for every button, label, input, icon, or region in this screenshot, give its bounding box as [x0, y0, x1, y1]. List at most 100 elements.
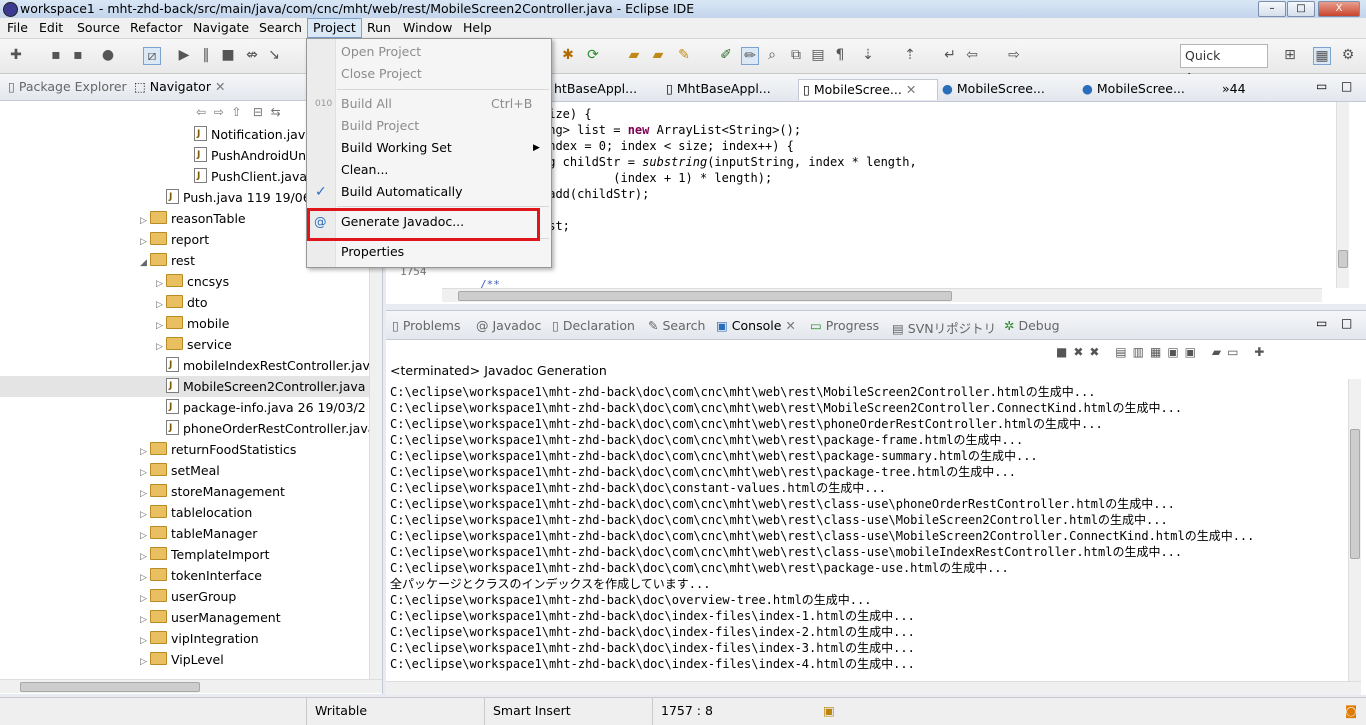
- rss-icon[interactable]: ◙: [1345, 702, 1357, 720]
- tree-item[interactable]: ▷ mobile: [0, 313, 370, 334]
- word-wrap-icon[interactable]: ▦: [1150, 345, 1167, 359]
- tree-item[interactable]: ▷ vipIntegration: [0, 628, 370, 649]
- prev-annotation-icon[interactable]: ⇡: [902, 47, 918, 63]
- link-editor-icon[interactable]: ⇆: [271, 105, 281, 119]
- tree-item[interactable]: ▷ dto: [0, 292, 370, 313]
- open-folder-icon[interactable]: ▰: [650, 47, 666, 63]
- pilcrow-icon[interactable]: ¶: [832, 47, 848, 63]
- open-type-icon[interactable]: ▰: [626, 47, 642, 63]
- code-text[interactable]: size) { ing> list = new ArrayList<String…: [541, 106, 917, 234]
- suspend-icon[interactable]: ‖: [198, 47, 214, 63]
- tree-item[interactable]: ▷ setMeal: [0, 460, 370, 481]
- tab-problems[interactable]: ▯ Problems: [392, 318, 460, 336]
- disconnect-icon[interactable]: ⇎: [244, 47, 260, 63]
- block-select-icon[interactable]: ⌕: [764, 47, 780, 63]
- scroll-thumb[interactable]: [1338, 250, 1348, 268]
- menu-item-build-project[interactable]: Build Project: [307, 115, 551, 137]
- menu-refactor[interactable]: Refactor: [125, 18, 187, 38]
- menu-window[interactable]: Window: [398, 18, 457, 38]
- tab-overflow[interactable]: »44: [1218, 79, 1246, 99]
- show-on-output-icon[interactable]: ▣: [1167, 345, 1184, 359]
- menu-item-open-project[interactable]: Open Project: [307, 41, 551, 63]
- menu-navigate[interactable]: Navigate: [188, 18, 254, 38]
- console-horizontal-scrollbar[interactable]: [386, 681, 1361, 695]
- tree-item[interactable]: ▷ tableManager: [0, 523, 370, 544]
- tree-item[interactable]: phoneOrderRestController.java: [0, 418, 370, 439]
- new-icon[interactable]: ✚: [8, 47, 24, 63]
- last-edit-icon[interactable]: ↵: [942, 47, 958, 63]
- expanded-arrow-icon[interactable]: ◢: [140, 253, 150, 274]
- back-icon[interactable]: ⇦: [196, 105, 206, 119]
- debug-perspective-icon[interactable]: ⚙: [1340, 47, 1356, 63]
- save-all-icon[interactable]: ▪: [70, 47, 86, 63]
- editor-tab[interactable]: ● MobileScree...: [1078, 79, 1185, 99]
- tab-console[interactable]: ▣ Console ✕: [716, 318, 796, 336]
- tree-item[interactable]: package-info.java 26 19/03/2: [0, 397, 370, 418]
- tree-item[interactable]: ▷ VipLevel: [0, 649, 370, 670]
- menu-item-close-project[interactable]: Close Project: [307, 63, 551, 85]
- menu-project[interactable]: Project: [307, 18, 362, 38]
- editor-tab[interactable]: ▯ MhtBaseAppl...: [662, 79, 771, 99]
- scroll-thumb[interactable]: [20, 682, 200, 692]
- tree-item[interactable]: ▷ service: [0, 334, 370, 355]
- forward-icon[interactable]: ⇨: [214, 105, 224, 119]
- save-icon[interactable]: ▪: [48, 47, 64, 63]
- pin-console-icon[interactable]: ▰: [1212, 345, 1227, 359]
- quick-access-input[interactable]: Quick Access: [1180, 44, 1268, 85]
- collapse-all-icon[interactable]: ⊟: [253, 105, 263, 119]
- tree-item[interactable]: ▷ userGroup: [0, 586, 370, 607]
- tree-item[interactable]: ▷ tablelocation: [0, 502, 370, 523]
- menu-search[interactable]: Search: [254, 18, 307, 38]
- tab-navigator[interactable]: ⬚ Navigator ✕: [134, 79, 225, 97]
- java-perspective-icon[interactable]: ▦: [1313, 47, 1331, 65]
- run-icon[interactable]: ⟳: [585, 47, 601, 63]
- display-console-icon[interactable]: ▭: [1227, 345, 1244, 359]
- maximize-button[interactable]: □: [1287, 1, 1315, 17]
- minimize-view-icon[interactable]: ▭: [1316, 316, 1327, 330]
- show-whitespace-icon[interactable]: ⧉: [788, 47, 804, 63]
- menu-source[interactable]: Source: [72, 18, 125, 38]
- wand-icon[interactable]: ✎: [676, 47, 692, 63]
- step-into-icon[interactable]: ↘: [266, 47, 282, 63]
- scroll-thumb[interactable]: [458, 291, 952, 301]
- tree-item[interactable]: MobileScreen2Controller.java 2: [0, 376, 370, 397]
- minimize-button[interactable]: –: [1258, 1, 1286, 17]
- console-vertical-scrollbar[interactable]: [1348, 379, 1361, 681]
- minimize-view-icon[interactable]: ▭: [1316, 79, 1327, 93]
- menu-item-build-working-set[interactable]: Build Working Set ▶: [307, 137, 551, 159]
- collapsed-arrow-icon[interactable]: ▷: [140, 652, 150, 673]
- toggle-highlight-icon[interactable]: ✏: [741, 47, 759, 65]
- scroll-thumb[interactable]: [1350, 429, 1360, 559]
- up-icon[interactable]: ⇧: [231, 105, 241, 119]
- tab-svn[interactable]: ▤ SVNリポジトリ: [892, 318, 996, 336]
- tree-item[interactable]: ▷ storeManagement: [0, 481, 370, 502]
- console-output[interactable]: C:\eclipse\workspace1\mht-zhd-back\doc\c…: [390, 384, 1345, 682]
- terminate-icon[interactable]: ■: [1056, 345, 1073, 359]
- editor-tab[interactable]: htBaseAppl...: [550, 79, 637, 99]
- forward-icon[interactable]: ⇨: [1006, 47, 1022, 63]
- tree-item[interactable]: mobileIndexRestController.jav: [0, 355, 370, 376]
- tree-item[interactable]: ▷ returnFoodStatistics: [0, 439, 370, 460]
- open-console-icon[interactable]: ✚: [1254, 345, 1270, 359]
- close-icon[interactable]: ✕: [785, 318, 795, 333]
- word-wrap-icon[interactable]: ▤: [810, 47, 826, 63]
- tree-item[interactable]: ▷ TemplateImport: [0, 544, 370, 565]
- terminate-icon[interactable]: ■: [220, 47, 236, 63]
- tree-item[interactable]: ▷ tokenInterface: [0, 565, 370, 586]
- editor-vertical-scrollbar[interactable]: [1336, 102, 1349, 288]
- menu-help[interactable]: Help: [458, 18, 497, 38]
- mark-occurrences-icon[interactable]: ✐: [718, 47, 734, 63]
- close-button[interactable]: X: [1318, 1, 1360, 17]
- ant-icon[interactable]: ✱: [560, 47, 576, 63]
- tab-debug[interactable]: ✲ Debug: [1004, 318, 1060, 336]
- menu-file[interactable]: File: [2, 18, 33, 38]
- close-icon[interactable]: ✕: [215, 79, 225, 94]
- menu-item-build-automatically[interactable]: ✓ Build Automatically: [307, 181, 551, 203]
- resume-icon[interactable]: ▶: [176, 47, 192, 63]
- next-annotation-icon[interactable]: ⇣: [860, 47, 876, 63]
- tree-item[interactable]: ▷ userManagement: [0, 607, 370, 628]
- remove-launch-icon[interactable]: ✖: [1073, 345, 1089, 359]
- editor-tab[interactable]: ● MobileScree...: [938, 79, 1045, 99]
- editor-horizontal-scrollbar[interactable]: [442, 288, 1322, 302]
- tab-declaration[interactable]: ▯ Declaration: [552, 318, 635, 336]
